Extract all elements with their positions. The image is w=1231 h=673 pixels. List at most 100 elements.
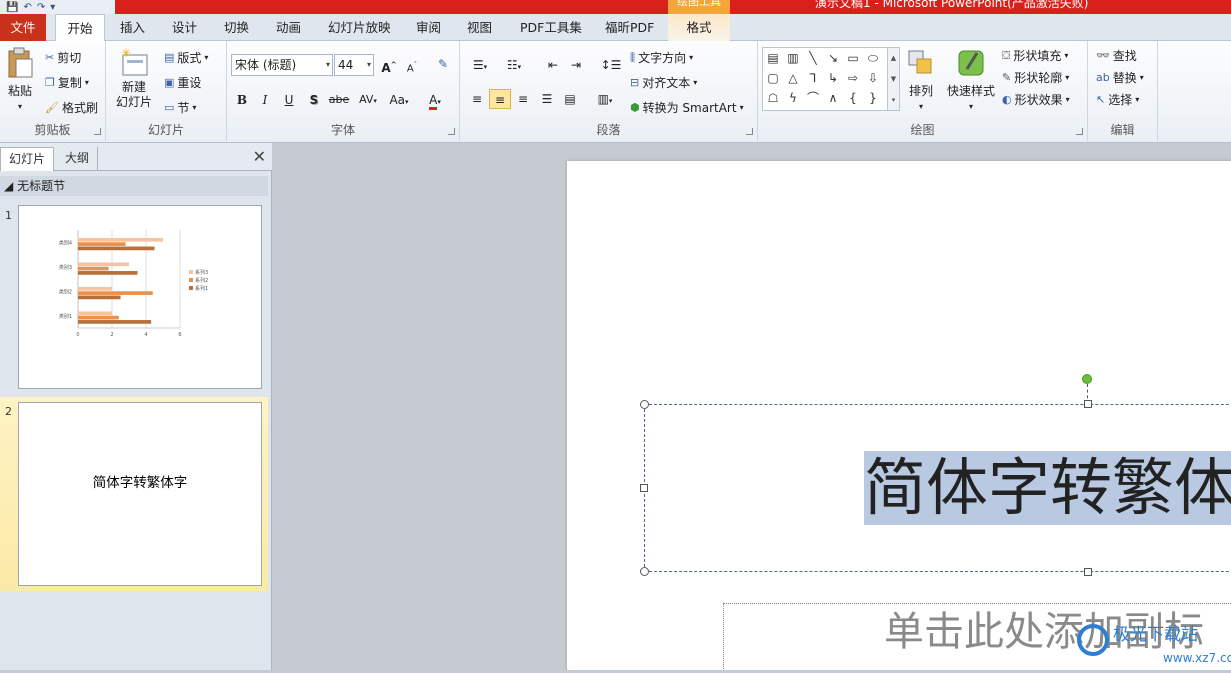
undo-icon[interactable]: ↶ xyxy=(23,2,31,13)
customize-qat-icon[interactable]: ▾ xyxy=(50,2,55,13)
font-name-combo[interactable]: 宋体 (标题) ▾ xyxy=(231,54,333,76)
arrow-line-shape-icon[interactable]: ↘ xyxy=(823,48,843,68)
format-painter-button[interactable]: 🖌 格式刷 xyxy=(45,99,98,116)
tab-outline-pane[interactable]: 大纲 xyxy=(57,147,99,171)
scroll-down-icon[interactable]: ▼ xyxy=(888,69,899,90)
vertical-textbox-shape-icon[interactable]: ▥ xyxy=(783,48,803,68)
resize-handle-top[interactable] xyxy=(1084,400,1092,408)
shape-fill-button[interactable]: ⛋ 形状填充 ▾ xyxy=(1002,47,1068,64)
section-header[interactable]: ◢ 无标题节 xyxy=(0,176,268,196)
rounded-rect-shape-icon[interactable]: ▢ xyxy=(763,68,783,88)
resize-handle-left[interactable] xyxy=(640,484,648,492)
oval-shape-icon[interactable]: ⬭ xyxy=(863,48,883,68)
rotation-handle[interactable] xyxy=(1082,374,1092,384)
slide-title-text[interactable]: 简体字转繁体 xyxy=(864,451,1231,525)
shadow-button[interactable]: S xyxy=(303,90,325,110)
current-slide[interactable]: 简体字转繁体 单击此处添加副标 xyxy=(567,161,1231,670)
tab-insert[interactable]: 插入 xyxy=(120,14,145,41)
distributed-button[interactable]: ▤ xyxy=(559,89,581,109)
resize-handle-bottom[interactable] xyxy=(1084,568,1092,576)
columns-button[interactable]: ▥▾ xyxy=(591,89,619,109)
close-icon[interactable]: ✕ xyxy=(253,147,266,166)
right-brace-shape-icon[interactable]: } xyxy=(863,88,883,108)
right-arrow-shape-icon[interactable]: ⇨ xyxy=(843,68,863,88)
bold-button[interactable]: B xyxy=(231,90,253,110)
tab-format[interactable]: 格式 xyxy=(668,14,730,41)
replace-button[interactable]: ab 替换 ▾ xyxy=(1096,69,1144,86)
freeform-shape-icon[interactable]: ☖ xyxy=(763,88,783,108)
align-text-button[interactable]: ⊟ 对齐文本 ▾ xyxy=(630,74,697,91)
copy-button[interactable]: ❐ 复制 ▾ xyxy=(45,74,89,91)
align-left-button[interactable]: ≡ xyxy=(466,89,488,109)
peak-shape-icon[interactable]: ∧ xyxy=(823,88,843,108)
italic-button[interactable]: I xyxy=(254,90,276,110)
slide-thumbnail-1[interactable]: 0 2 4 6 类别1 类别2 类别3 类别4 系列3 系列2 系列1 xyxy=(18,205,262,389)
tab-pdf-tools[interactable]: PDF工具集 xyxy=(520,14,582,41)
grow-font-button[interactable]: A^ xyxy=(378,55,400,75)
paste-button[interactable]: 粘贴 ▾ xyxy=(4,47,36,111)
collapse-triangle-icon[interactable]: ◢ xyxy=(4,179,13,193)
font-size-combo[interactable]: 44 ▾ xyxy=(334,54,374,76)
justify-button[interactable]: ☰ xyxy=(536,89,558,109)
text-direction-button[interactable]: ⫼ 文字方向 ▾ xyxy=(630,49,693,66)
layout-button[interactable]: ▤ 版式 ▾ xyxy=(164,49,208,66)
slide-thumbnail-2[interactable]: 简体字转繁体字 xyxy=(18,402,262,586)
bullets-button[interactable]: ☰▾ xyxy=(466,55,494,75)
font-dialog-launcher[interactable] xyxy=(448,128,455,135)
scroll-up-icon[interactable]: ▲ xyxy=(888,48,899,69)
shapes-gallery[interactable]: ▤ ▥ ╲ ↘ ▭ ⬭ ▢ △ ⅂ ↳ ⇨ ⇩ ☖ ϟ ⌒ ∧{} xyxy=(762,47,888,111)
scribble-shape-icon[interactable]: ϟ xyxy=(783,88,803,108)
tab-file[interactable]: 文件 xyxy=(0,14,46,41)
font-color-button[interactable]: A▾ xyxy=(421,90,449,110)
tab-view[interactable]: 视图 xyxy=(467,14,492,41)
elbow-connector-shape-icon[interactable]: ⅂ xyxy=(803,68,823,88)
left-brace-shape-icon[interactable]: { xyxy=(843,88,863,108)
select-button[interactable]: ↖ 选择 ▾ xyxy=(1096,91,1139,108)
underline-button[interactable]: U xyxy=(278,90,300,110)
clipboard-dialog-launcher[interactable] xyxy=(94,128,101,135)
triangle-shape-icon[interactable]: △ xyxy=(783,68,803,88)
shrink-font-button[interactable]: Aˇ xyxy=(401,55,423,75)
arrange-button[interactable]: 排列 ▾ xyxy=(905,47,937,111)
line-spacing-button[interactable]: ↕☰ xyxy=(597,55,625,75)
section-button[interactable]: ▭ 节 ▾ xyxy=(164,99,196,116)
rectangle-shape-icon[interactable]: ▭ xyxy=(843,48,863,68)
curve-shape-icon[interactable]: ⌒ xyxy=(803,88,823,108)
gallery-more-icon[interactable]: ▾ xyxy=(888,90,899,111)
down-arrow-shape-icon[interactable]: ⇩ xyxy=(863,68,883,88)
resize-handle-bottom-left[interactable] xyxy=(640,567,649,576)
shapes-gallery-scroll[interactable]: ▲ ▼ ▾ xyxy=(888,47,900,111)
redo-icon[interactable]: ↷ xyxy=(37,2,45,13)
drawing-dialog-launcher[interactable] xyxy=(1076,128,1083,135)
new-slide-button[interactable]: ✳ 新建 幻灯片 xyxy=(112,47,156,110)
line-shape-icon[interactable]: ╲ xyxy=(803,48,823,68)
title-placeholder[interactable]: 简体字转繁体 xyxy=(640,400,1231,576)
paragraph-dialog-launcher[interactable] xyxy=(746,128,753,135)
tab-slides-pane[interactable]: 幻灯片 xyxy=(0,147,55,171)
decrease-indent-button[interactable]: ⇤ xyxy=(542,55,564,75)
tab-foxit-pdf[interactable]: 福昕PDF xyxy=(605,14,654,41)
tab-transitions[interactable]: 切换 xyxy=(224,14,249,41)
strikethrough-button[interactable]: abe xyxy=(327,90,351,110)
reset-button[interactable]: ▣ 重设 xyxy=(164,74,201,91)
resize-handle-top-left[interactable] xyxy=(640,400,649,409)
elbow-arrow-shape-icon[interactable]: ↳ xyxy=(823,68,843,88)
change-case-button[interactable]: Aa▾ xyxy=(385,90,413,110)
tab-animations[interactable]: 动画 xyxy=(276,14,301,41)
quick-styles-button[interactable]: 快速样式 ▾ xyxy=(947,47,995,111)
cut-button[interactable]: ✂ 剪切 xyxy=(45,49,81,66)
align-center-button[interactable]: ≡ xyxy=(489,89,511,109)
shape-outline-button[interactable]: ✎ 形状轮廓 ▾ xyxy=(1002,69,1069,86)
tab-home[interactable]: 开始 xyxy=(55,14,105,42)
tab-review[interactable]: 审阅 xyxy=(416,14,441,41)
find-button[interactable]: 👓 查找 xyxy=(1096,47,1137,64)
tab-slideshow[interactable]: 幻灯片放映 xyxy=(328,14,391,41)
tab-design[interactable]: 设计 xyxy=(172,14,197,41)
textbox-shape-icon[interactable]: ▤ xyxy=(763,48,783,68)
shape-effects-button[interactable]: ◐ 形状效果 ▾ xyxy=(1002,91,1070,108)
convert-smartart-button[interactable]: ⬢ 转换为 SmartArt ▾ xyxy=(630,99,744,116)
char-spacing-button[interactable]: AV▾ xyxy=(354,90,382,110)
numbering-button[interactable]: ☷▾ xyxy=(500,55,528,75)
increase-indent-button[interactable]: ⇥ xyxy=(565,55,587,75)
clear-format-button[interactable]: ✎ xyxy=(432,54,454,74)
